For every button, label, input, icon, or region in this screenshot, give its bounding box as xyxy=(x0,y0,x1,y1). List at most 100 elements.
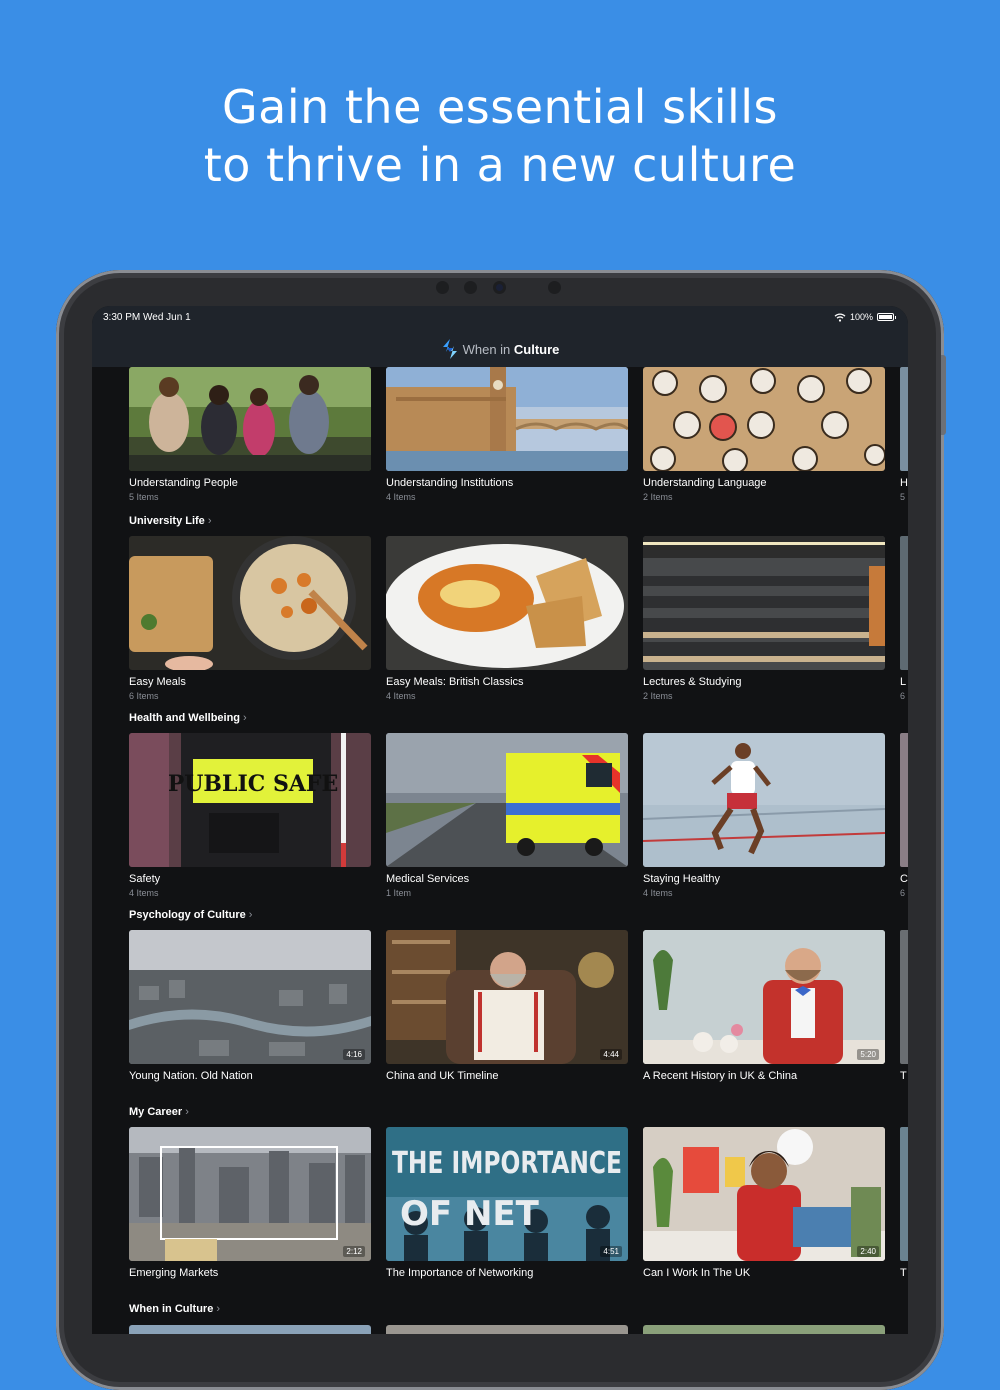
card-title: Understanding Language xyxy=(643,477,767,489)
section-header-health-and-wellbeing[interactable]: Health and Wellbeing › xyxy=(129,712,247,724)
category-list[interactable]: Understanding People 5 Items Understandi… xyxy=(92,367,908,1334)
next-card-peek[interactable] xyxy=(900,930,908,1064)
nav-bar: 3:30 PM Wed Jun 1 100% When in Culture xyxy=(92,306,908,367)
headline: Gain the essential skills to thrive in a… xyxy=(0,78,1000,194)
card-title: Medical Services xyxy=(386,873,470,885)
video-duration: 4:51 xyxy=(600,1246,622,1257)
app-screen: 3:30 PM Wed Jun 1 100% When in Culture U… xyxy=(92,306,908,1334)
headline-line-1: Gain the essential skills xyxy=(221,80,778,134)
status-indicators: 100% xyxy=(834,312,896,322)
card-title: Understanding People xyxy=(129,477,238,489)
card-title: Young Nation. Old Nation xyxy=(129,1070,253,1082)
card-title: The Importance of Networking xyxy=(386,1267,534,1279)
thumbnail-text-line-2: OF NET xyxy=(400,1194,540,1234)
next-card-peek[interactable] xyxy=(900,1127,908,1261)
thumbnail-staying-healthy xyxy=(643,733,885,867)
camera-lens xyxy=(496,284,503,291)
thumbnail-understanding-people xyxy=(129,367,371,471)
app-name-light: When in xyxy=(462,341,514,357)
app-name-bold: Culture xyxy=(513,341,560,357)
thumbnail-importance-of-networking: THE IMPORTANCE OF NET 4:51 xyxy=(386,1127,628,1261)
section-header-my-career[interactable]: My Career › xyxy=(129,1106,189,1118)
peek-subtitle: 6 xyxy=(900,888,906,898)
card-title: Understanding Institutions xyxy=(386,477,514,489)
sensor-dot xyxy=(464,281,477,294)
card-subtitle: 4 Items xyxy=(643,888,673,898)
card-subtitle: 2 Items xyxy=(643,691,673,701)
card-subtitle: 1 Item xyxy=(386,888,412,898)
thumbnail-understanding-language xyxy=(643,367,885,471)
status-time: 3:30 PM Wed Jun 1 xyxy=(103,312,191,323)
device-side-button xyxy=(941,355,946,435)
video-duration: 2:12 xyxy=(343,1246,365,1257)
next-card-peek[interactable] xyxy=(900,367,908,471)
chevron-right-icon: › xyxy=(243,712,247,724)
card-title: Easy Meals: British Classics xyxy=(386,676,524,688)
peek-title: T xyxy=(900,1267,907,1279)
category-card[interactable] xyxy=(129,1325,371,1334)
thumbnail-young-nation-old-nation: 4:16 xyxy=(129,930,371,1064)
headline-line-2: to thrive in a new culture xyxy=(203,138,797,192)
front-camera-array xyxy=(430,281,570,295)
section-title: My Career xyxy=(129,1106,183,1118)
video-duration: 5:20 xyxy=(857,1049,879,1060)
card-subtitle: 4 Items xyxy=(386,492,416,502)
card-title: Lectures & Studying xyxy=(643,676,742,688)
card-title: China and UK Timeline xyxy=(386,1070,499,1082)
card-title: Easy Meals xyxy=(129,676,186,688)
sensor-dot xyxy=(436,281,449,294)
thumbnail-safety: PUBLIC SAFE xyxy=(129,733,371,867)
section-title: When in Culture xyxy=(129,1303,214,1315)
video-duration: 2:40 xyxy=(857,1246,879,1257)
peek-title: T xyxy=(900,1070,907,1082)
thumbnail-text-line-1: THE IMPORTANCE xyxy=(392,1146,622,1181)
thumbnail-text: PUBLIC SAFE xyxy=(168,771,339,797)
thumbnail-easy-meals-british-classics xyxy=(386,536,628,670)
wifi-icon xyxy=(834,312,846,322)
peek-title: L xyxy=(900,676,907,688)
next-card-peek[interactable] xyxy=(900,733,908,867)
card-title: Safety xyxy=(129,873,161,885)
next-card-peek[interactable] xyxy=(900,536,908,670)
card-subtitle: 2 Items xyxy=(643,492,673,502)
thumbnail-easy-meals xyxy=(129,536,371,670)
card-title: Can I Work In The UK xyxy=(643,1267,751,1279)
thumbnail-china-and-uk-timeline: 4:44 xyxy=(386,930,628,1064)
section-header-when-in-culture[interactable]: When in Culture › xyxy=(129,1303,220,1315)
video-duration: 4:44 xyxy=(600,1049,622,1060)
chevron-right-icon: › xyxy=(216,1303,220,1315)
card-title: Staying Healthy xyxy=(643,873,721,885)
peek-title: C xyxy=(900,873,908,885)
when-in-culture-logo-icon xyxy=(442,339,457,359)
chevron-right-icon: › xyxy=(248,909,253,921)
card-subtitle: 5 Items xyxy=(129,492,159,502)
peek-subtitle: 6 xyxy=(900,691,906,701)
card-subtitle: 6 Items xyxy=(129,691,159,701)
app-name: When in Culture xyxy=(463,342,560,357)
card-subtitle: 4 Items xyxy=(386,691,416,701)
thumbnail-medical-services xyxy=(386,733,628,867)
category-card[interactable] xyxy=(643,1325,885,1334)
section-header-university-life[interactable]: University Life › xyxy=(129,515,211,527)
peek-subtitle: 5 xyxy=(900,492,906,502)
thumbnail-understanding-institutions xyxy=(386,367,628,471)
category-card[interactable] xyxy=(386,1325,628,1334)
section-header-psychology-of-culture[interactable]: Psychology of Culture › xyxy=(129,909,252,921)
sensor-dot xyxy=(548,281,561,294)
card-subtitle: 4 Items xyxy=(129,888,159,898)
thumbnail-can-i-work-in-the-uk: 2:40 xyxy=(643,1127,885,1261)
section-title: Psychology of Culture xyxy=(129,909,246,921)
thumbnail-lectures-studying xyxy=(643,536,885,670)
chevron-right-icon: › xyxy=(207,515,212,527)
video-duration: 4:16 xyxy=(343,1049,365,1060)
card-title: Emerging Markets xyxy=(129,1267,219,1279)
thumbnail-recent-history-uk-china: 5:20 xyxy=(643,930,885,1064)
section-title: Health and Wellbeing xyxy=(129,712,241,724)
battery-icon xyxy=(877,313,896,321)
card-title: A Recent History in UK & China xyxy=(643,1070,798,1082)
section-title: University Life xyxy=(129,515,205,527)
thumbnail-emerging-markets: 2:12 xyxy=(129,1127,371,1261)
chevron-right-icon: › xyxy=(185,1106,189,1118)
app-logo[interactable]: When in Culture xyxy=(92,338,908,360)
battery-percent: 100% xyxy=(849,312,873,322)
